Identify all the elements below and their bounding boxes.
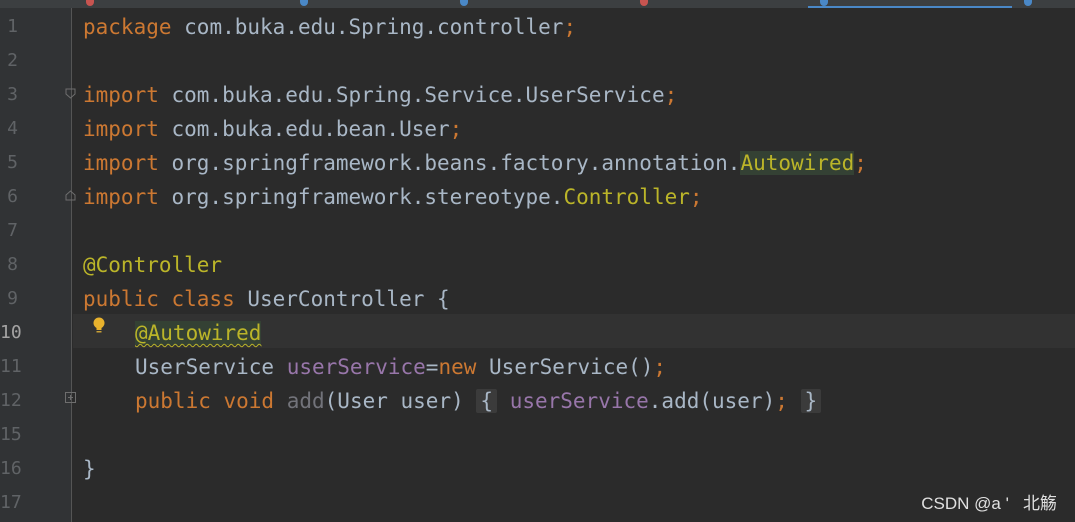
java-file-icon [640, 0, 648, 6]
watermark: CSDN @a ' 北觞 [921, 494, 1057, 513]
code-line-4[interactable]: import com.buka.edu.bean.User; [83, 112, 462, 146]
line-number: 1 [7, 16, 18, 37]
line-number: 17 [0, 492, 22, 513]
annotation: @Controller [83, 253, 223, 277]
code-line-3[interactable]: import com.buka.edu.Spring.Service.UserS… [83, 78, 677, 112]
line-number: 2 [7, 50, 18, 71]
semicolon: ; [689, 185, 703, 209]
line-number: 12 [0, 390, 22, 411]
constructor-call: UserService() [476, 355, 654, 379]
line-number: 5 [7, 152, 18, 173]
line-number: 8 [7, 254, 18, 275]
annotation-class: Controller [563, 185, 690, 209]
line-number: 16 [0, 458, 22, 479]
editor-tab-strip [0, 0, 1075, 8]
closing-brace: } [83, 457, 96, 481]
highlighted-usage: Autowired [740, 151, 855, 175]
line-number-current: 10 [0, 322, 22, 343]
semicolon: ; [854, 151, 867, 175]
import-path: org.springframework.stereotype. [158, 185, 564, 209]
type-name: UserService [135, 355, 287, 379]
keyword: import [83, 151, 159, 175]
java-file-icon [1024, 0, 1032, 6]
code-line-1[interactable]: package com.buka.edu.Spring.controller; [83, 10, 576, 44]
code-line-16[interactable]: } [83, 452, 96, 486]
field-name: userService [509, 389, 649, 413]
java-file-icon [300, 0, 308, 6]
semicolon: ; [449, 117, 463, 141]
java-file-icon [86, 0, 94, 6]
import-path: com.buka.edu.bean.User [158, 117, 450, 141]
code-line-10[interactable]: @Autowired [135, 316, 262, 350]
method-name: add [274, 389, 325, 413]
keyword: public class [83, 287, 235, 311]
folded-brace-open[interactable]: { [476, 389, 498, 413]
code-line-11[interactable]: UserService userService=new UserService(… [135, 350, 666, 384]
line-number: 7 [7, 220, 18, 241]
code-line-5[interactable]: import org.springframework.beans.factory… [83, 146, 867, 180]
import-path: com.buka.edu.Spring.Service.UserService [158, 83, 665, 107]
operator: = [425, 355, 439, 379]
line-number: 4 [7, 118, 18, 139]
folded-brace-close[interactable]: } [800, 389, 822, 413]
line-number: 9 [7, 288, 18, 309]
method-params: (User user) [324, 389, 464, 413]
field-name: userService [286, 355, 426, 379]
method-call: .add(user) [648, 389, 776, 413]
annotation-warning[interactable]: @Autowired [135, 321, 262, 345]
class-declaration: UserController { [234, 287, 450, 311]
import-path: org.springframework.beans.factory.annota… [158, 151, 741, 175]
lightbulb-icon[interactable] [91, 316, 107, 336]
semicolon: ; [653, 355, 667, 379]
java-file-icon [460, 0, 468, 6]
keyword: package [83, 15, 172, 39]
semicolon: ; [775, 389, 788, 413]
line-number: 6 [7, 186, 18, 207]
line-number: 11 [0, 356, 22, 377]
code-line-12[interactable]: public void add(User user) { userService… [135, 384, 822, 418]
keyword: public void [135, 389, 275, 413]
semicolon: ; [563, 15, 577, 39]
keyword: new [438, 355, 477, 379]
code-line-6[interactable]: import org.springframework.stereotype.Co… [83, 180, 703, 214]
line-number: 15 [0, 424, 22, 445]
keyword: import [83, 185, 159, 209]
keyword: import [83, 117, 159, 141]
keyword: import [83, 83, 159, 107]
code-line-9[interactable]: public class UserController { [83, 282, 450, 316]
semicolon: ; [664, 83, 678, 107]
line-number: 3 [7, 84, 18, 105]
code-line-8[interactable]: @Controller [83, 248, 222, 282]
package-name: com.buka.edu.Spring.controller [171, 15, 564, 39]
